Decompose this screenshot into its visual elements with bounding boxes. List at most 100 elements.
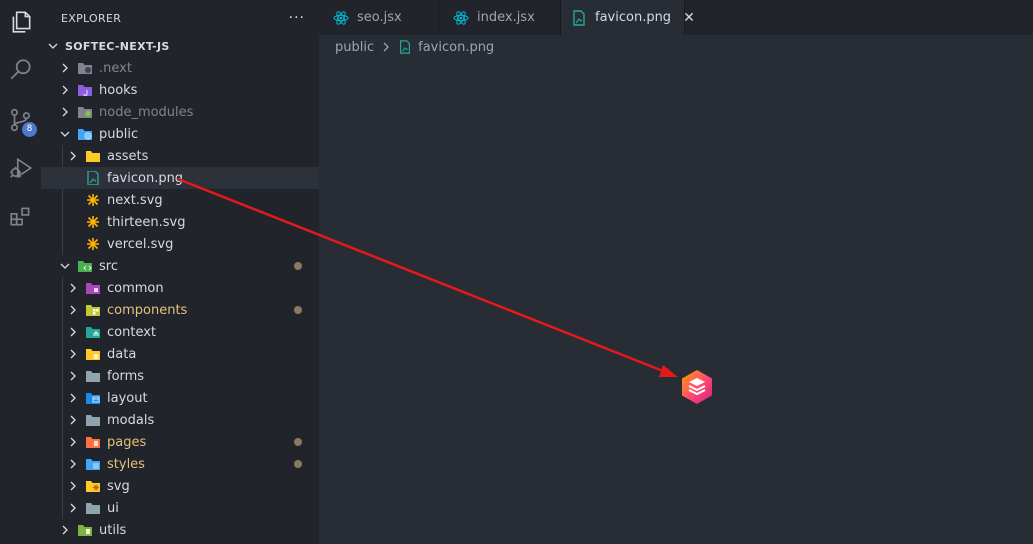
tree-item-ui[interactable]: ui [41,497,319,519]
tree-item-label: layout [107,390,148,406]
tab-seo[interactable]: seo.jsx [319,0,439,35]
chevron-down-icon [45,38,61,54]
tree-item-src[interactable]: src [41,255,319,277]
tab-label: favicon.png [595,10,672,25]
tree-item-label: vercel.svg [107,236,174,252]
modified-dot [294,262,302,270]
breadcrumb-folder[interactable]: public [335,40,374,55]
tree-item-modals[interactable]: modals [41,409,319,431]
image-file-icon [398,40,412,54]
tree-item-vercel-svg[interactable]: vercel.svg [41,233,319,255]
tree-item-label: thirteen.svg [107,214,186,230]
tree-item-hooks[interactable]: hooks [41,79,319,101]
folder-context-icon [85,324,101,340]
tree-item-context[interactable]: context [41,321,319,343]
folder-icon [85,368,101,384]
editor-tabbar: seo.jsx index.jsx favicon.png ✕ [319,0,1033,35]
tree-item-label: next.svg [107,192,163,208]
tree-item-label: forms [107,368,145,384]
chevron-right-icon [65,346,81,362]
folder-common-icon [85,280,101,296]
tree-item-label: pages [107,434,147,450]
folder-icon [85,500,101,516]
tree-item-pages[interactable]: pages [41,431,319,453]
chevron-right-icon [65,280,81,296]
chevron-right-icon [65,412,81,428]
tree-item-label: favicon.png [107,170,184,186]
breadcrumb-file[interactable]: favicon.png [418,40,494,55]
tree-item-utils[interactable]: utils [41,519,319,541]
tab-label: seo.jsx [357,10,402,25]
chevron-right-icon [65,500,81,516]
tree-item-label: svg [107,478,130,494]
tree-item-label: context [107,324,156,340]
tree-item-label: public [99,126,139,142]
explorer-icon[interactable] [0,2,41,42]
chevron-down-icon [57,126,73,142]
folder-node-icon [77,104,93,120]
folder-icon [85,412,101,428]
tree-item-label: data [107,346,137,362]
tree-item-svg[interactable]: svg [41,475,319,497]
folder-next-icon [77,60,93,76]
tree-item-label: utils [99,522,127,538]
react-icon [333,10,349,26]
tree-item-label: styles [107,456,145,472]
tree-item-label: common [107,280,164,296]
folder-icon [85,148,101,164]
chevron-right-icon [65,390,81,406]
breadcrumb: public favicon.png [335,36,494,58]
tree-item-common[interactable]: common [41,277,319,299]
svg-file-icon [85,236,101,252]
svg-file-icon [85,192,101,208]
tab-label: index.jsx [477,10,535,25]
tree-item-next-svg[interactable]: next.svg [41,189,319,211]
chevron-right-icon [57,82,73,98]
close-icon[interactable]: ✕ [683,10,695,26]
folder-hooks-icon [77,82,93,98]
tree-item-components[interactable]: components [41,299,319,321]
tree-item-data[interactable]: data [41,343,319,365]
image-file-icon [571,9,587,26]
tree-item-label: node_modules [99,104,194,120]
tree-item-assets[interactable]: assets [41,145,319,167]
tree-item-label: .next [99,60,132,76]
workspace-root[interactable]: SOFTEC-NEXT-JS [41,35,319,57]
explorer-header: EXPLORER ··· [41,0,319,36]
react-icon [453,10,469,26]
tree-item-label: ui [107,500,119,516]
chevron-right-icon [380,41,392,53]
tree-item-label: components [107,302,188,318]
folder-svg-icon [85,478,101,494]
chevron-right-icon [57,104,73,120]
tree-item-forms[interactable]: forms [41,365,319,387]
chevron-right-icon [65,478,81,494]
explorer-sidebar: EXPLORER ··· SOFTEC-NEXT-JS .next hooks … [41,0,319,544]
modified-dot [294,438,302,446]
tree-item-layout[interactable]: layout [41,387,319,409]
folder-layout-icon [85,390,101,406]
search-icon[interactable] [0,50,41,90]
tree-item-thirteen-svg[interactable]: thirteen.svg [41,211,319,233]
tree-item-styles[interactable]: styles [41,453,319,475]
run-debug-icon[interactable] [0,148,41,188]
chevron-right-icon [57,522,73,538]
more-actions-icon[interactable]: ··· [289,10,305,26]
extensions-icon[interactable] [0,196,41,236]
tree-item-favicon[interactable]: favicon.png [41,167,319,189]
tree-item-label: hooks [99,82,138,98]
chevron-down-icon [57,258,73,274]
modified-dot [294,306,302,314]
tree-item-next[interactable]: .next [41,57,319,79]
tab-favicon[interactable]: favicon.png ✕ [561,0,695,35]
folder-utils-icon [77,522,93,538]
chevron-right-icon [65,148,81,164]
chevron-right-icon [65,456,81,472]
tab-index[interactable]: index.jsx [439,0,561,35]
folder-components-icon [85,302,101,318]
tree-item-public[interactable]: public [41,123,319,145]
chevron-right-icon [65,368,81,384]
tree-item-node-modules[interactable]: node_modules [41,101,319,123]
svg-file-icon [85,214,101,230]
image-file-icon [85,170,101,186]
